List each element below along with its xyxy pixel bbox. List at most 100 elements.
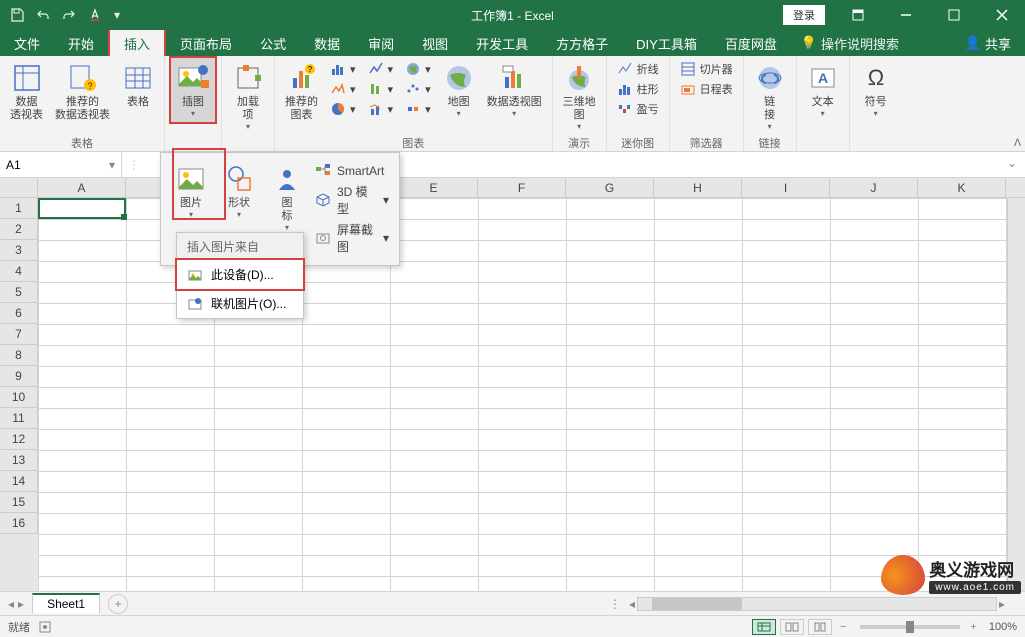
tab-fang[interactable]: 方方格子 (542, 30, 622, 56)
column-header[interactable]: A (38, 178, 126, 197)
qat-dropdown-icon[interactable]: ▾ (112, 6, 122, 24)
scroll-left-icon[interactable]: ◂ (629, 597, 635, 611)
minimize-icon[interactable] (883, 0, 929, 30)
tab-home[interactable]: 开始 (54, 30, 108, 56)
sheet-nav[interactable]: ◂▸ (0, 597, 32, 611)
redo-icon[interactable] (60, 6, 78, 24)
slicer-button[interactable]: 切片器 (678, 60, 735, 78)
split-handle[interactable]: ⋮ (609, 597, 621, 611)
pivot-chart-button[interactable]: 数据透视图 ▾ (481, 58, 548, 122)
row-header[interactable]: 5 (0, 282, 38, 303)
zoom-out-button[interactable]: − (840, 621, 846, 633)
column-header[interactable]: I (742, 178, 830, 197)
zoom-slider[interactable] (860, 625, 960, 629)
tab-layout[interactable]: 页面布局 (166, 30, 246, 56)
horizontal-scrollbar[interactable] (637, 597, 997, 611)
row-header[interactable]: 6 (0, 303, 38, 324)
statistic-chart-button[interactable]: ▾ (366, 80, 396, 98)
undo-icon[interactable] (34, 6, 52, 24)
smartart-button[interactable]: SmartArt (315, 163, 389, 179)
screenshot-button[interactable]: 屏幕截图 ▾ (315, 221, 389, 255)
row-header[interactable]: 16 (0, 513, 38, 534)
sparkline-column-button[interactable]: 柱形 (615, 80, 661, 98)
pie-chart-button[interactable]: ▾ (328, 100, 358, 118)
pivot-table-button[interactable]: 数据 透视表 (4, 58, 49, 126)
sparkline-line-button[interactable]: 折线 (615, 60, 661, 78)
svg-text:Ω: Ω (867, 65, 883, 90)
name-box[interactable]: A1 ▾ (0, 152, 122, 177)
zoom-in-button[interactable]: + (970, 621, 976, 633)
sparkline-winloss-button[interactable]: 盈亏 (615, 100, 661, 118)
vertical-scrollbar[interactable] (1007, 198, 1025, 591)
formula-expand-icon[interactable]: ⌄ (999, 152, 1025, 177)
tab-baidu[interactable]: 百度网盘 (711, 30, 791, 56)
login-button[interactable]: 登录 (783, 5, 825, 25)
sheet-tab-sheet1[interactable]: Sheet1 (32, 593, 100, 613)
3d-map-button[interactable]: 三维地 图 ▾ (557, 58, 602, 135)
map-chart-button[interactable]: ▾ (403, 60, 433, 78)
active-cell-a1[interactable] (38, 198, 126, 219)
row-header[interactable]: 2 (0, 219, 38, 240)
row-header[interactable]: 9 (0, 366, 38, 387)
maximize-icon[interactable] (931, 0, 977, 30)
row-header[interactable]: 7 (0, 324, 38, 345)
zoom-level[interactable]: 100% (989, 621, 1017, 633)
combo-chart-button[interactable]: ▾ (366, 100, 396, 118)
row-header[interactable]: 8 (0, 345, 38, 366)
tab-diy[interactable]: DIY工具箱 (622, 30, 711, 56)
row-header[interactable]: 10 (0, 387, 38, 408)
link-button[interactable]: 链 接 ▾ (748, 58, 792, 135)
select-all-corner[interactable] (0, 178, 38, 197)
share-button[interactable]: 👤 共享 (951, 30, 1025, 56)
save-icon[interactable] (8, 6, 26, 24)
tab-view[interactable]: 视图 (408, 30, 462, 56)
symbols-button[interactable]: Ω 符号 ▾ (854, 58, 898, 122)
line-chart-button[interactable]: ▾ (366, 60, 396, 78)
column-header[interactable]: K (918, 178, 1006, 197)
row-header[interactable]: 1 (0, 198, 38, 219)
tab-file[interactable]: 文件 (0, 30, 54, 56)
row-header[interactable]: 14 (0, 471, 38, 492)
addins-button[interactable]: 加载 项 ▾ (226, 58, 270, 135)
row-header[interactable]: 4 (0, 261, 38, 282)
3d-models-button[interactable]: 3D 模型 ▾ (315, 183, 389, 217)
tab-dev[interactable]: 开发工具 (462, 30, 542, 56)
surface-chart-button[interactable]: ▾ (403, 100, 433, 118)
tab-review[interactable]: 审阅 (354, 30, 408, 56)
maps-button[interactable]: 地图 ▾ (437, 58, 481, 122)
column-header[interactable]: J (830, 178, 918, 197)
row-header[interactable]: 13 (0, 450, 38, 471)
row-header[interactable]: 3 (0, 240, 38, 261)
macro-record-icon[interactable] (38, 620, 52, 634)
illustrations-button[interactable]: 插图 ▾ (169, 56, 217, 124)
hierarchy-chart-button[interactable]: ▾ (328, 80, 358, 98)
name-box-dropdown-icon[interactable]: ▾ (109, 158, 115, 172)
scatter-chart-button[interactable]: ▾ (403, 80, 433, 98)
row-header[interactable]: 15 (0, 492, 38, 513)
recommended-pivot-button[interactable]: ? 推荐的 数据透视表 (49, 58, 116, 126)
recommended-charts-button[interactable]: ? 推荐的 图表 (279, 58, 324, 126)
tab-formulas[interactable]: 公式 (246, 30, 300, 56)
add-sheet-button[interactable]: + (108, 594, 128, 614)
scroll-right-icon[interactable]: ▸ (999, 597, 1005, 611)
text-button[interactable]: A 文本 ▾ (801, 58, 845, 122)
column-header[interactable]: E (390, 178, 478, 197)
tell-me-search[interactable]: 💡 操作说明搜索 (791, 30, 909, 56)
ribbon-options-icon[interactable] (835, 0, 881, 30)
column-header[interactable]: F (478, 178, 566, 197)
online-pictures-item[interactable]: 联机图片(O)... (177, 289, 303, 318)
row-header[interactable]: 11 (0, 408, 38, 429)
table-button[interactable]: 表格 (116, 58, 160, 113)
timeline-button[interactable]: 日程表 (678, 80, 735, 98)
close-icon[interactable] (979, 0, 1025, 30)
tab-insert[interactable]: 插入 (108, 28, 166, 56)
font-color-icon[interactable] (86, 6, 104, 24)
tab-data[interactable]: 数据 (300, 30, 354, 56)
column-header[interactable]: H (654, 178, 742, 197)
row-header[interactable]: 12 (0, 429, 38, 450)
column-chart-button[interactable]: ▾ (328, 60, 358, 78)
collapse-ribbon-icon[interactable]: ᐱ (1014, 138, 1021, 149)
from-device-item[interactable]: 此设备(D)... (175, 258, 305, 291)
column-header[interactable]: G (566, 178, 654, 197)
group-charts: ? 推荐的 图表 ▾ ▾ ▾ ▾ ▾ ▾ ▾ ▾ ▾ 地图 ▾ (275, 56, 553, 151)
